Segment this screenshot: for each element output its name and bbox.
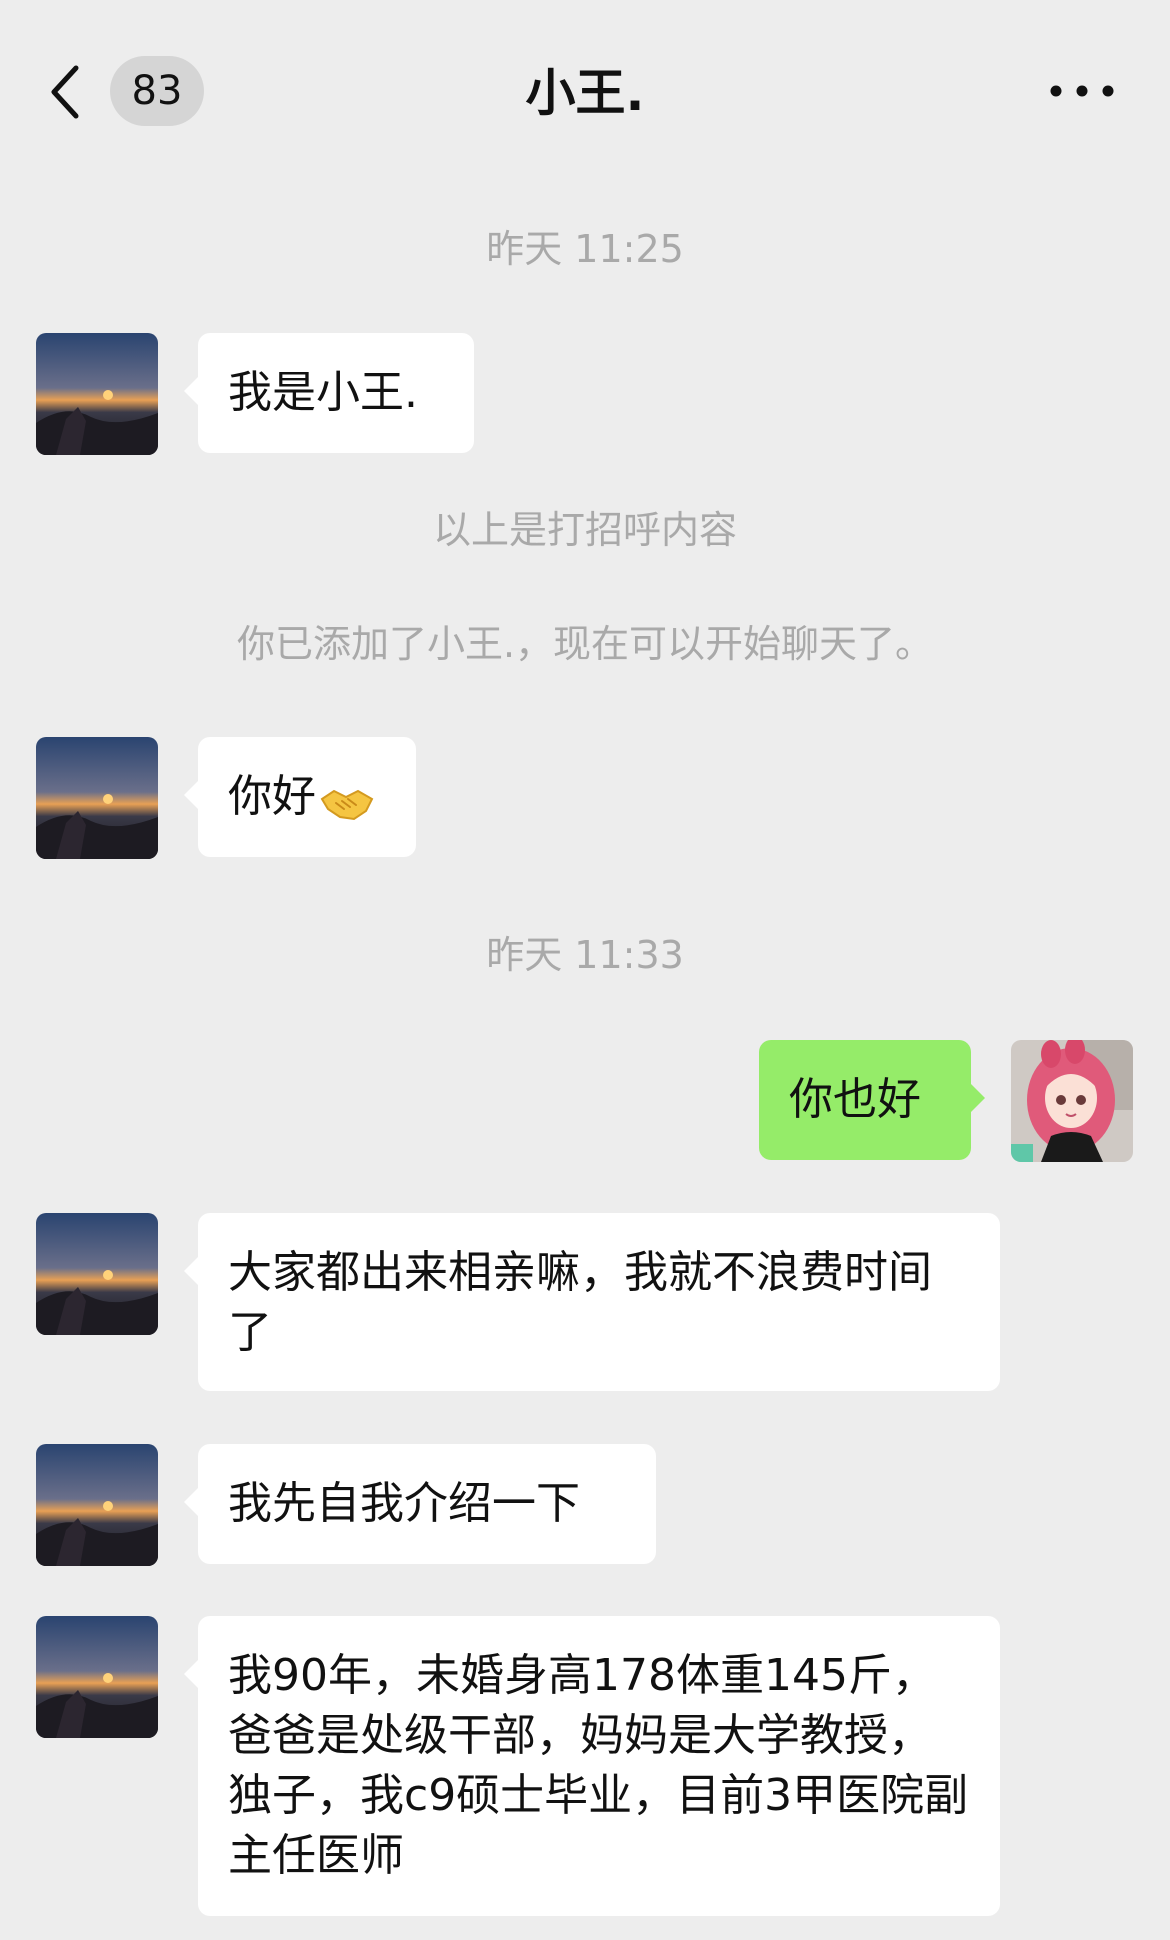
chat-header: 83 小王. [0,0,1170,150]
message-bubble-incoming[interactable]: 我是小王. [184,333,474,453]
message-bubble-incoming[interactable]: 我先自我介绍一下 [184,1444,656,1564]
message-bubble-incoming[interactable]: 大家都出来相亲嘛，我就不浪费时间了 [184,1213,1000,1391]
message-text: 你也好 [789,1074,921,1125]
contact-avatar[interactable] [36,1444,158,1566]
message-text: 我是小王. [228,367,418,418]
contact-avatar[interactable] [36,737,158,859]
message-text: 你好 [228,771,316,822]
message-bubble-outgoing[interactable]: 你也好 [759,1040,985,1160]
chat-screen: 83 小王. 昨天 11:25 我是小王. 以上是打招呼内容 你已添加了小王.，… [0,0,1170,1940]
handshake-icon [318,779,376,821]
contact-avatar[interactable] [36,1616,158,1738]
friend-added-note: 你已添加了小王.，现在可以开始聊天了。 [236,622,934,666]
greeting-note: 以上是打招呼内容 [432,508,737,552]
timestamp: 昨天 11:33 [486,933,684,977]
my-avatar[interactable] [1011,1040,1133,1162]
message-text: 我先自我介绍一下 [228,1478,580,1529]
message-text: 我90年，未婚身高178体重145斤，爸爸是处级干部，妈妈是大学教授，独子，我c… [228,1650,969,1881]
contact-avatar[interactable] [36,1213,158,1335]
chat-title: 小王. [525,64,645,122]
message-text: 大家都出来相亲嘛，我就不浪费时间了 [228,1247,932,1358]
more-options-icon[interactable] [1046,70,1118,112]
timestamp: 昨天 11:25 [486,227,684,271]
message-bubble-incoming[interactable]: 你好 [184,737,416,857]
contact-avatar[interactable] [36,333,158,455]
message-bubble-incoming[interactable]: 我90年，未婚身高178体重145斤，爸爸是处级干部，妈妈是大学教授，独子，我c… [184,1616,1000,1916]
